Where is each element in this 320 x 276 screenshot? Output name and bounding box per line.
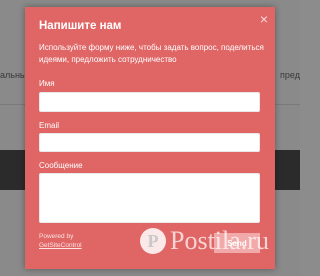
modal-title: Напишите нам [39,20,122,32]
getsitecontrol-link[interactable]: GetSiteControl [39,241,82,250]
name-label: Имя [39,79,55,88]
message-field[interactable] [39,173,260,223]
background-text-left: альны [0,70,27,80]
modal-description: Используйте форму ниже, чтобы задать воп… [39,43,264,64]
postila-logo-icon: P [140,228,166,254]
name-field[interactable] [39,92,260,112]
powered-by: Powered by GetSiteControl [39,232,82,250]
close-icon[interactable]: × [260,12,268,26]
powered-by-text: Powered by [39,233,74,240]
background-text-right: пред [280,70,300,80]
email-label: Email [39,121,60,130]
postila-watermark: P Postila.ru [140,226,300,266]
watermark-text: Postila.ru [170,226,269,255]
email-field[interactable] [39,133,260,152]
message-label: Сообщение [39,161,83,170]
